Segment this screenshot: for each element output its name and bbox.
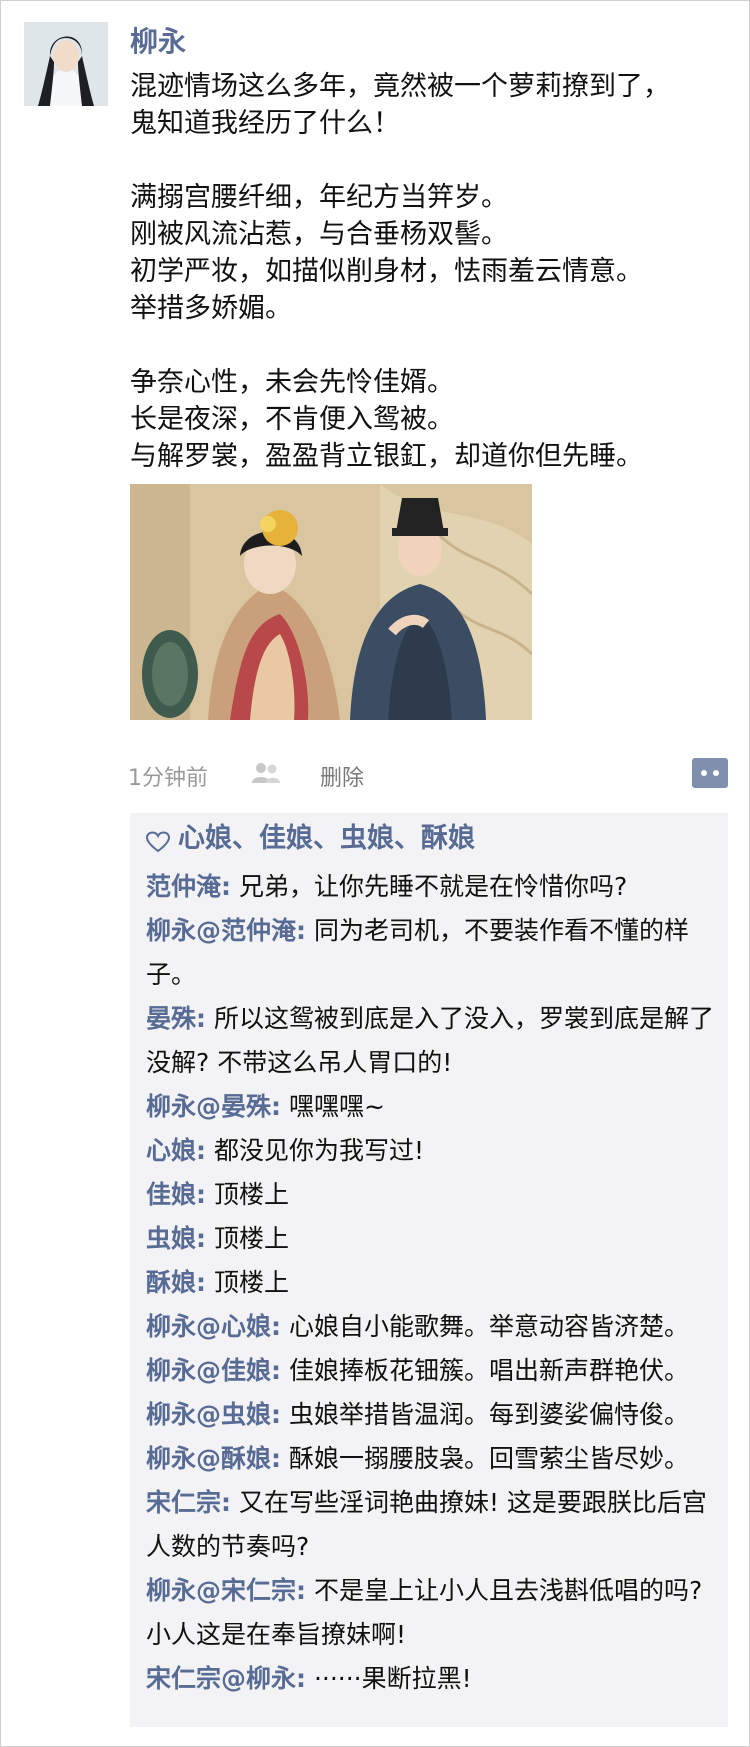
comment-author[interactable]: 柳永@酥娘: [146,1444,281,1473]
comment-item[interactable]: 柳永@范仲淹: 同为老司机，不要装作看不懂的样子。 [146,909,726,997]
comment-author[interactable]: 柳永@佳娘: [146,1356,281,1385]
comment-text: 酥娘一搦腰肢袅。回雪萦尘皆尽妙。 [281,1444,689,1473]
comment-author[interactable]: 范仲淹: [146,872,231,901]
comment-author[interactable]: 晏殊: [146,1004,206,1033]
comment-author[interactable]: 柳永@宋仁宗: [146,1576,306,1605]
comment-bubble-icon[interactable] [692,758,728,788]
post-line: 初学严妆，如描似削身材，怯雨羞云情意。 [130,256,643,287]
post-author[interactable]: 柳永 [130,22,186,62]
comment-item[interactable]: 虫娘: 顶楼上 [146,1217,726,1261]
avatar[interactable] [24,22,108,106]
comment-item[interactable]: 柳永@宋仁宗: 不是皇上让小人且去浅斟低唱的吗? 小人这是在奉旨撩妹啊! [146,1569,726,1657]
comment-author[interactable]: 宋仁宗: [146,1488,231,1517]
comment-item[interactable]: 宋仁宗@柳永: ······果断拉黑! [146,1657,726,1701]
comment-text: 顶楼上 [206,1180,289,1209]
post-line: 刚被风流沾惹，与合垂杨双髻。 [130,219,508,250]
comment-author[interactable]: 佳娘: [146,1180,206,1209]
comment-list: 范仲淹: 兄弟，让你先睡不就是在怜惜你吗? 柳永@范仲淹: 同为老司机，不要装作看… [146,865,726,1701]
comment-author[interactable]: 柳永@晏殊: [146,1092,281,1121]
comment-author[interactable]: 柳永@范仲淹: [146,916,306,945]
post-text: 混迹情场这么多年，竟然被一个萝莉撩到了， 鬼知道我经历了什么！ 满搦宫腰纤细，年纪方… [130,68,730,475]
comment-text: 佳娘捧板花钿簇。唱出新声群艳伏。 [281,1356,689,1385]
friends-icon[interactable] [252,762,280,790]
comment-text: 都没见你为我写过! [206,1136,424,1165]
comment-text: 嘿嘿嘿~ [281,1092,385,1121]
comment-text: 心娘自小能歌舞。举意动容皆济楚。 [281,1312,689,1341]
post-line: 与解罗裳，盈盈背立银釭，却道你但先睡。 [130,441,643,472]
comment-author[interactable]: 虫娘: [146,1224,206,1253]
comment-text: 兄弟，让你先睡不就是在怜惜你吗? [231,872,628,901]
comment-item[interactable]: 佳娘: 顶楼上 [146,1173,726,1217]
delete-button[interactable]: 删除 [320,760,364,792]
post-image[interactable] [130,484,532,720]
comment-author[interactable]: 酥娘: [146,1268,206,1297]
comment-item[interactable]: 柳永@心娘: 心娘自小能歌舞。举意动容皆济楚。 [146,1305,726,1349]
post-line: 长是夜深，不肯便入鸳被。 [130,404,454,435]
comment-text: 顶楼上 [206,1224,289,1253]
comment-author[interactable]: 宋仁宗@柳永: [146,1664,306,1693]
post-line: 鬼知道我经历了什么！ [130,108,400,139]
comment-item[interactable]: 心娘: 都没见你为我写过! [146,1129,726,1173]
comments-panel: 心娘、佳娘、虫娘、酥娘 范仲淹: 兄弟，让你先睡不就是在怜惜你吗? 柳永@范仲淹:… [130,813,728,1727]
comment-author[interactable]: 柳永@虫娘: [146,1400,281,1429]
comment-item[interactable]: 范仲淹: 兄弟，让你先睡不就是在怜惜你吗? [146,865,726,909]
comment-item[interactable]: 柳永@佳娘: 佳娘捧板花钿簇。唱出新声群艳伏。 [146,1349,726,1393]
comment-text: ······果断拉黑! [306,1664,472,1693]
comment-author[interactable]: 心娘: [146,1136,206,1165]
comment-text: 又在写些淫词艳曲撩妹! 这是要跟朕比后宫人数的节奏吗? [146,1488,707,1561]
comment-text: 所以这鸳被到底是入了没入，罗裳到底是解了没解? 不带这么吊人胃口的! [146,1004,714,1077]
comment-item[interactable]: 宋仁宗: 又在写些淫词艳曲撩妹! 这是要跟朕比后宫人数的节奏吗? [146,1481,726,1569]
comment-item[interactable]: 酥娘: 顶楼上 [146,1261,726,1305]
comment-item[interactable]: 柳永@虫娘: 虫娘举措皆温润。每到婆娑偏恃俊。 [146,1393,726,1437]
comment-item[interactable]: 柳永@酥娘: 酥娘一搦腰肢袅。回雪萦尘皆尽妙。 [146,1437,726,1481]
comment-author[interactable]: 柳永@心娘: [146,1312,281,1341]
comment-item[interactable]: 晏殊: 所以这鸳被到底是入了没入，罗裳到底是解了没解? 不带这么吊人胃口的! [146,997,726,1085]
post-line: 争奈心性，未会先怜佳婿。 [130,367,454,398]
comment-item[interactable]: 柳永@晏殊: 嘿嘿嘿~ [146,1085,726,1129]
post-line [130,327,730,364]
post-line: 满搦宫腰纤细，年纪方当笄岁。 [130,182,508,213]
post-meta: 1分钟前 删除 [128,758,728,794]
heart-icon [145,829,171,860]
post-line [130,142,730,179]
post-line: 举措多娇媚。 [130,293,292,324]
post-time: 1分钟前 [128,766,208,791]
post-line: 混迹情场这么多年，竟然被一个萝莉撩到了， [130,71,670,102]
likes-names[interactable]: 心娘、佳娘、虫娘、酥娘 [178,817,475,861]
comment-text: 虫娘举措皆温润。每到婆娑偏恃俊。 [281,1400,689,1429]
comment-text: 顶楼上 [206,1268,289,1297]
